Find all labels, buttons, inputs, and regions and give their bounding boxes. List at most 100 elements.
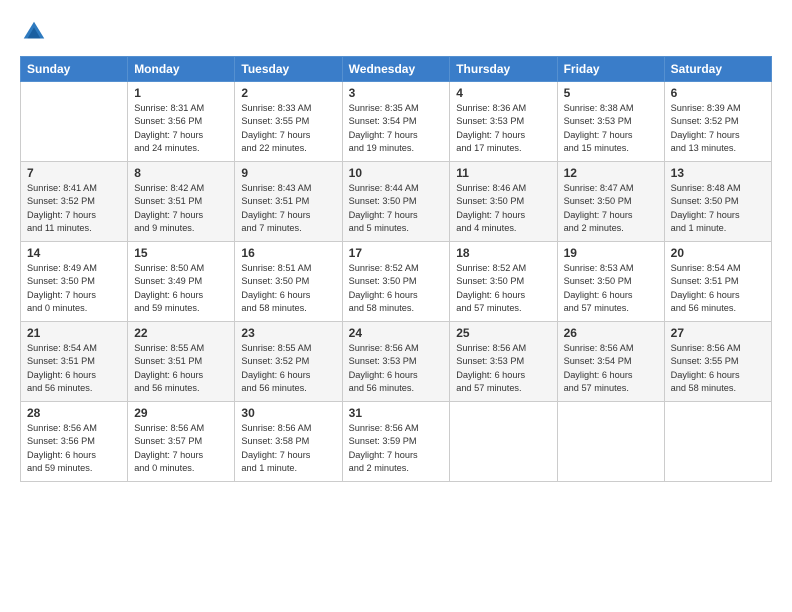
day-cell: 6Sunrise: 8:39 AMSunset: 3:52 PMDaylight… [664,82,771,162]
column-header-saturday: Saturday [664,57,771,82]
column-header-wednesday: Wednesday [342,57,450,82]
day-cell: 21 Sunrise: 8:54 AMSunset: 3:51 PMDayligh… [21,322,128,402]
header [20,18,772,46]
day-cell: 19Sunrise: 8:53 AMSunset: 3:50 PMDayligh… [557,242,664,322]
day-info: Sunrise: 8:56 AMSunset: 3:53 PMDaylight:… [456,342,550,395]
day-cell: 13Sunrise: 8:48 AMSunset: 3:50 PMDayligh… [664,162,771,242]
day-info: Sunrise: 8:38 AMSunset: 3:53 PMDaylight:… [564,102,658,155]
day-info: Sunrise: 8:55 AMSunset: 3:51 PMDaylight:… [134,342,228,395]
day-cell: 27 Sunrise: 8:56 AMSunset: 3:55 PMDayligh… [664,322,771,402]
day-cell: 10Sunrise: 8:44 AMSunset: 3:50 PMDayligh… [342,162,450,242]
day-cell: 18Sunrise: 8:52 AMSunset: 3:50 PMDayligh… [450,242,557,322]
day-cell: 2Sunrise: 8:33 AMSunset: 3:55 PMDaylight… [235,82,342,162]
day-number: 25 [456,326,550,340]
week-row-5: 28 Sunrise: 8:56 AMSunset: 3:56 PMDayligh… [21,402,772,482]
day-cell: 4 Sunrise: 8:36 AMSunset: 3:53 PMDaylight… [450,82,557,162]
day-cell: 5 Sunrise: 8:38 AMSunset: 3:53 PMDaylight… [557,82,664,162]
day-cell: 23Sunrise: 8:55 AMSunset: 3:52 PMDayligh… [235,322,342,402]
column-header-monday: Monday [128,57,235,82]
day-number: 15 [134,246,228,260]
day-cell: 12Sunrise: 8:47 AMSunset: 3:50 PMDayligh… [557,162,664,242]
day-info: Sunrise: 8:39 AMSunset: 3:52 PMDaylight:… [671,102,765,155]
day-cell: 15 Sunrise: 8:50 AMSunset: 3:49 PMDayligh… [128,242,235,322]
day-number: 28 [27,406,121,420]
week-row-2: 7 Sunrise: 8:41 AMSunset: 3:52 PMDaylight… [21,162,772,242]
day-cell: 1 Sunrise: 8:31 AMSunset: 3:56 PMDaylight… [128,82,235,162]
calendar-header: SundayMondayTuesdayWednesdayThursdayFrid… [21,57,772,82]
day-info: Sunrise: 8:56 AMSunset: 3:55 PMDaylight:… [671,342,765,395]
day-cell [450,402,557,482]
day-info: Sunrise: 8:54 AMSunset: 3:51 PMDaylight:… [671,262,765,315]
day-number: 26 [564,326,658,340]
day-number: 10 [349,166,444,180]
day-cell: 11 Sunrise: 8:46 AMSunset: 3:50 PMDayligh… [450,162,557,242]
calendar-table: SundayMondayTuesdayWednesdayThursdayFrid… [20,56,772,482]
day-number: 16 [241,246,335,260]
day-number: 5 [564,86,658,100]
day-cell: 26 Sunrise: 8:56 AMSunset: 3:54 PMDayligh… [557,322,664,402]
day-info: Sunrise: 8:48 AMSunset: 3:50 PMDaylight:… [671,182,765,235]
calendar-body: 1 Sunrise: 8:31 AMSunset: 3:56 PMDaylight… [21,82,772,482]
day-info: Sunrise: 8:54 AMSunset: 3:51 PMDaylight:… [27,342,121,395]
logo-icon [20,18,48,46]
day-cell: 24Sunrise: 8:56 AMSunset: 3:53 PMDayligh… [342,322,450,402]
day-number: 20 [671,246,765,260]
column-header-friday: Friday [557,57,664,82]
day-number: 7 [27,166,121,180]
day-number: 3 [349,86,444,100]
day-number: 21 [27,326,121,340]
day-cell: 30 Sunrise: 8:56 AMSunset: 3:58 PMDayligh… [235,402,342,482]
day-info: Sunrise: 8:56 AMSunset: 3:53 PMDaylight:… [349,342,444,395]
day-cell: 20 Sunrise: 8:54 AMSunset: 3:51 PMDayligh… [664,242,771,322]
day-number: 31 [349,406,444,420]
day-info: Sunrise: 8:42 AMSunset: 3:51 PMDaylight:… [134,182,228,235]
day-cell: 8 Sunrise: 8:42 AMSunset: 3:51 PMDaylight… [128,162,235,242]
day-info: Sunrise: 8:35 AMSunset: 3:54 PMDaylight:… [349,102,444,155]
logo [20,18,52,46]
day-number: 11 [456,166,550,180]
day-info: Sunrise: 8:31 AMSunset: 3:56 PMDaylight:… [134,102,228,155]
day-number: 2 [241,86,335,100]
day-cell: 28 Sunrise: 8:56 AMSunset: 3:56 PMDayligh… [21,402,128,482]
day-info: Sunrise: 8:56 AMSunset: 3:58 PMDaylight:… [241,422,335,475]
day-cell: 3 Sunrise: 8:35 AMSunset: 3:54 PMDaylight… [342,82,450,162]
day-cell: 14 Sunrise: 8:49 AMSunset: 3:50 PMDayligh… [21,242,128,322]
day-number: 23 [241,326,335,340]
day-info: Sunrise: 8:43 AMSunset: 3:51 PMDaylight:… [241,182,335,235]
day-info: Sunrise: 8:36 AMSunset: 3:53 PMDaylight:… [456,102,550,155]
day-number: 30 [241,406,335,420]
day-info: Sunrise: 8:51 AMSunset: 3:50 PMDaylight:… [241,262,335,315]
day-info: Sunrise: 8:49 AMSunset: 3:50 PMDaylight:… [27,262,121,315]
day-cell: 25 Sunrise: 8:56 AMSunset: 3:53 PMDayligh… [450,322,557,402]
header-row: SundayMondayTuesdayWednesdayThursdayFrid… [21,57,772,82]
day-cell: 22Sunrise: 8:55 AMSunset: 3:51 PMDayligh… [128,322,235,402]
day-info: Sunrise: 8:47 AMSunset: 3:50 PMDaylight:… [564,182,658,235]
day-info: Sunrise: 8:56 AMSunset: 3:59 PMDaylight:… [349,422,444,475]
day-number: 14 [27,246,121,260]
day-number: 1 [134,86,228,100]
week-row-3: 14 Sunrise: 8:49 AMSunset: 3:50 PMDayligh… [21,242,772,322]
day-cell: 17Sunrise: 8:52 AMSunset: 3:50 PMDayligh… [342,242,450,322]
page: SundayMondayTuesdayWednesdayThursdayFrid… [0,0,792,612]
column-header-tuesday: Tuesday [235,57,342,82]
day-info: Sunrise: 8:53 AMSunset: 3:50 PMDaylight:… [564,262,658,315]
day-cell: 16 Sunrise: 8:51 AMSunset: 3:50 PMDayligh… [235,242,342,322]
day-number: 4 [456,86,550,100]
day-cell: 31 Sunrise: 8:56 AMSunset: 3:59 PMDayligh… [342,402,450,482]
day-number: 18 [456,246,550,260]
day-number: 8 [134,166,228,180]
day-info: Sunrise: 8:56 AMSunset: 3:56 PMDaylight:… [27,422,121,475]
day-number: 27 [671,326,765,340]
day-info: Sunrise: 8:56 AMSunset: 3:54 PMDaylight:… [564,342,658,395]
day-info: Sunrise: 8:41 AMSunset: 3:52 PMDaylight:… [27,182,121,235]
day-info: Sunrise: 8:50 AMSunset: 3:49 PMDaylight:… [134,262,228,315]
week-row-4: 21 Sunrise: 8:54 AMSunset: 3:51 PMDayligh… [21,322,772,402]
column-header-sunday: Sunday [21,57,128,82]
week-row-1: 1 Sunrise: 8:31 AMSunset: 3:56 PMDaylight… [21,82,772,162]
day-cell [557,402,664,482]
day-cell [21,82,128,162]
day-info: Sunrise: 8:46 AMSunset: 3:50 PMDaylight:… [456,182,550,235]
day-info: Sunrise: 8:52 AMSunset: 3:50 PMDaylight:… [349,262,444,315]
day-cell: 9Sunrise: 8:43 AMSunset: 3:51 PMDaylight… [235,162,342,242]
column-header-thursday: Thursday [450,57,557,82]
